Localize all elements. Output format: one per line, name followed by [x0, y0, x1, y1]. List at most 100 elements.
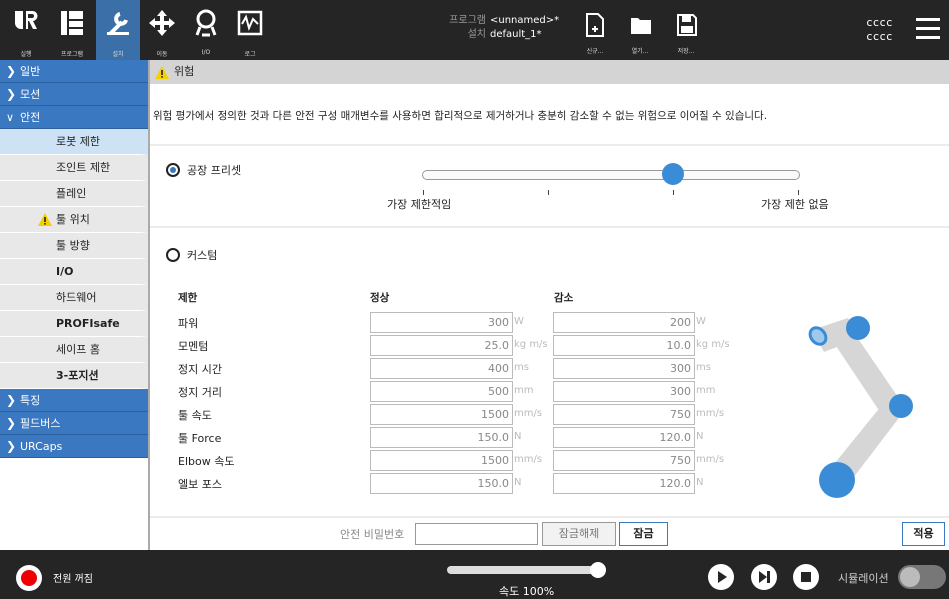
slider-max-label: 가장 제한 없음 — [761, 198, 829, 211]
unlock-button[interactable]: 잠금해제 — [542, 522, 616, 546]
sidebar-item-planes[interactable]: 플레인 — [0, 181, 148, 207]
hamburger-menu-icon[interactable] — [916, 18, 940, 45]
sidebar-item-label: 조인트 제한 — [56, 161, 111, 174]
reduced-value-input[interactable]: 200 — [553, 312, 695, 333]
installation-tab[interactable]: 설치 — [96, 0, 140, 60]
factory-preset-radio[interactable] — [166, 163, 180, 177]
normal-value-input[interactable]: 25.0 — [370, 335, 513, 356]
reduced-value-input[interactable]: 10.0 — [553, 335, 695, 356]
normal-value-input[interactable]: 150.0 — [370, 473, 513, 494]
stop-icon — [801, 572, 811, 582]
open-label: 열기... — [631, 48, 649, 55]
new-file-label: 신규... — [586, 48, 604, 55]
new-file-icon — [586, 13, 604, 37]
sidebar-group-features[interactable]: ❯ 특징 — [0, 389, 148, 412]
limit-row-label: 모멘텀 — [178, 340, 209, 353]
program-name: <unnamed>* — [490, 15, 560, 26]
sidebar-item-three-position[interactable]: 3-포지션 — [0, 363, 148, 389]
factory-preset-panel: 공장 프리셋 가장 제한적임 가장 제한 없음 — [150, 144, 949, 228]
reduced-value-input[interactable]: 120.0 — [553, 427, 695, 448]
lock-button[interactable]: 잠금 — [619, 522, 668, 546]
sidebar-group-fieldbus[interactable]: ❯ 필드버스 — [0, 412, 148, 435]
play-button[interactable] — [708, 564, 734, 590]
sidebar-item-label: 플레인 — [56, 187, 87, 200]
reduced-value-input[interactable]: 750 — [553, 450, 695, 471]
sidebar-group-urcaps[interactable]: ❯ URCaps — [0, 435, 148, 458]
program-key: 프로그램 — [449, 15, 486, 26]
sidebar-item-robot-limits[interactable]: 로봇 제한 — [0, 129, 148, 155]
reduced-unit-label: mm/s — [696, 454, 725, 465]
run-tab[interactable]: 실행 — [4, 0, 48, 60]
install-name: default_1* — [490, 29, 542, 40]
normal-value-input[interactable]: 400 — [370, 358, 513, 379]
safety-password-input[interactable] — [415, 523, 538, 545]
limit-row-label: 파워 — [178, 317, 199, 330]
preset-slider-track[interactable] — [422, 170, 800, 180]
sidebar-group-motion[interactable]: ❯ 모션 — [0, 83, 148, 106]
reduced-value-input[interactable]: 750 — [553, 404, 695, 425]
sidebar-group-general[interactable]: ❯ 일반 — [0, 60, 148, 83]
sidebar-item-joint-limits[interactable]: 조인트 제한 — [0, 155, 148, 181]
user-line-1: cccc — [866, 16, 893, 29]
sidebar-item-profisafe[interactable]: PROFIsafe — [0, 311, 148, 337]
speed-slider-track[interactable] — [447, 566, 600, 574]
open-button[interactable]: 열기... — [620, 8, 660, 58]
reduced-value-input[interactable]: 300 — [553, 381, 695, 402]
step-button[interactable] — [751, 564, 777, 590]
warning-icon — [38, 213, 52, 226]
preset-slider-knob[interactable] — [662, 163, 684, 185]
open-folder-icon — [631, 18, 651, 34]
log-tab-label: 로그 — [244, 51, 256, 58]
sidebar-item-label: 하드웨어 — [56, 291, 97, 304]
sidebar-item-tool-position[interactable]: 툴 위치 — [0, 207, 148, 233]
ur-logo-icon — [15, 10, 38, 29]
risk-description: 위험 평가에서 정의한 것과 다른 안전 구성 매개변수를 사용하면 합리적으로… — [153, 110, 768, 122]
new-file-button[interactable]: 신규... — [575, 8, 615, 58]
reduced-unit-label: ms — [696, 362, 711, 373]
sidebar-group-label: 안전 — [20, 111, 41, 124]
user-line-2: cccc — [866, 30, 893, 43]
save-label: 저장... — [677, 48, 695, 55]
normal-value-input[interactable]: 150.0 — [370, 427, 513, 448]
sidebar-item-safe-home[interactable]: 세이프 홈 — [0, 337, 148, 363]
stop-button[interactable] — [793, 564, 819, 590]
normal-unit-label: N — [514, 431, 522, 442]
chevron-right-icon: ❯ — [6, 416, 17, 430]
normal-unit-label: mm/s — [514, 408, 543, 419]
program-tab[interactable]: 프로그램 — [50, 0, 94, 60]
chevron-right-icon: ❯ — [6, 393, 17, 407]
move-tab[interactable]: 이동 — [140, 0, 184, 60]
chevron-right-icon: ❯ — [6, 87, 17, 101]
sidebar-item-io[interactable]: I/O — [0, 259, 148, 285]
normal-value-input[interactable]: 300 — [370, 312, 513, 333]
speed-slider-knob[interactable] — [590, 562, 606, 578]
limit-row-label: 툴 Force — [178, 432, 222, 445]
normal-value-input[interactable]: 1500 — [370, 404, 513, 425]
sidebar-item-label: 툴 위치 — [56, 213, 90, 226]
sidebar-group-label: 모션 — [20, 88, 41, 101]
save-button[interactable]: 저장... — [666, 8, 706, 58]
sidebar-item-tool-direction[interactable]: 툴 방향 — [0, 233, 148, 259]
normal-value-input[interactable]: 500 — [370, 381, 513, 402]
sidebar-group-safety[interactable]: ∨ 안전 — [0, 106, 148, 129]
reduced-value-input[interactable]: 300 — [553, 358, 695, 379]
reduced-value-input[interactable]: 120.0 — [553, 473, 695, 494]
simulation-toggle[interactable] — [898, 565, 946, 589]
speed-label: 속도 100% — [499, 585, 555, 598]
io-tab[interactable]: I/O — [184, 0, 228, 60]
normal-unit-label: W — [514, 316, 524, 327]
apply-button[interactable]: 적용 — [902, 522, 945, 546]
slider-tick — [798, 190, 799, 195]
program-icon — [61, 11, 83, 35]
reduced-unit-label: N — [696, 431, 704, 442]
program-install-info: 프로그램 <unnamed>* 설치 default_1* — [440, 14, 559, 42]
reduced-unit-label: kg m/s — [696, 339, 730, 350]
custom-radio[interactable] — [166, 248, 180, 262]
simulation-label: 시뮬레이션 — [838, 572, 889, 585]
sidebar-item-hardware[interactable]: 하드웨어 — [0, 285, 148, 311]
log-tab[interactable]: 로그 — [228, 0, 272, 60]
normal-value-input[interactable]: 1500 — [370, 450, 513, 471]
reduced-unit-label: W — [696, 316, 706, 327]
power-button[interactable] — [16, 565, 42, 591]
robot-arm-illustration — [808, 316, 913, 498]
